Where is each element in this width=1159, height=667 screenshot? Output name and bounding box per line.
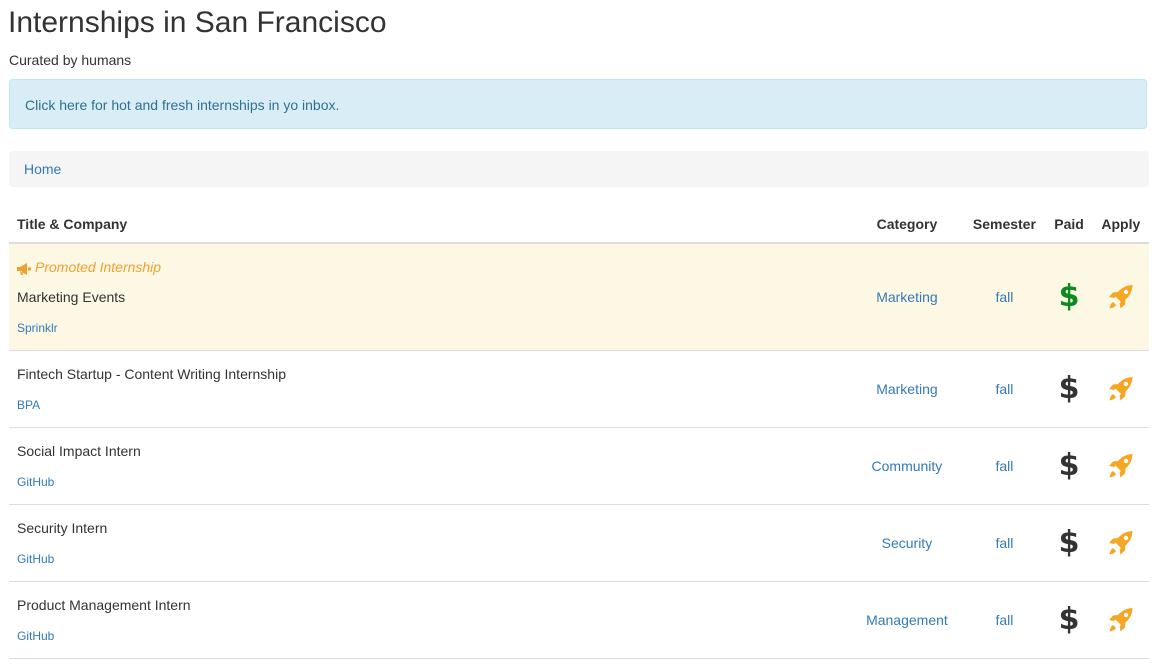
semester-cell: fall: [963, 504, 1046, 582]
apply-cell: [1092, 504, 1149, 582]
category-cell: Community: [850, 427, 964, 505]
dollar-icon: $: [1058, 370, 1080, 406]
newsletter-alert: Click here for hot and fresh internships…: [9, 79, 1147, 129]
category-cell: Marketing: [850, 243, 964, 351]
job-title: Security Intern: [17, 519, 108, 536]
rocket-icon[interactable]: [1107, 606, 1135, 634]
category-link[interactable]: Management: [866, 612, 948, 628]
apply-cell: [1092, 350, 1149, 428]
page-subtitle: Curated by humans: [9, 52, 132, 68]
page: Internships in San Francisco Curated by …: [0, 0, 1159, 667]
table-row: Social Impact Intern GitHub Community fall $: [9, 427, 1149, 505]
semester-link[interactable]: fall: [995, 381, 1013, 397]
category-cell: Management: [850, 581, 964, 659]
job-title: Fintech Startup - Content Writing Intern…: [17, 365, 286, 382]
semester-link[interactable]: fall: [995, 535, 1013, 551]
category-link[interactable]: Marketing: [876, 289, 937, 305]
title-company-cell: Security Intern GitHub: [9, 504, 851, 582]
breadcrumb: Home: [9, 151, 1149, 187]
header-title-company: Title & Company: [9, 205, 851, 244]
table-row: Fintech Startup - Content Writing Intern…: [9, 350, 1149, 428]
paid-cell: $: [1045, 243, 1093, 351]
company-link[interactable]: GitHub: [17, 552, 54, 567]
rocket-icon[interactable]: [1107, 375, 1135, 403]
job-title: Product Management Intern: [17, 596, 191, 613]
header-category: Category: [850, 205, 964, 244]
category-link[interactable]: Security: [882, 535, 933, 551]
dollar-icon: $: [1058, 601, 1080, 637]
header-paid: Paid: [1045, 205, 1093, 244]
table-header-row: Title & Company Category Semester Paid A…: [9, 205, 1149, 244]
newsletter-signup-link[interactable]: Click here for hot and fresh internships…: [25, 96, 339, 114]
paid-cell: $: [1045, 504, 1093, 582]
semester-cell: fall: [963, 350, 1046, 428]
apply-cell: [1092, 427, 1149, 505]
paid-cell: $: [1045, 581, 1093, 659]
semester-cell: fall: [963, 427, 1046, 505]
semester-link[interactable]: fall: [995, 458, 1013, 474]
table-row-promoted: Promoted Internship Marketing Events Sprin…: [9, 243, 1149, 351]
header-apply: Apply: [1092, 205, 1149, 244]
semester-cell: fall: [963, 243, 1046, 351]
semester-cell: fall: [963, 581, 1046, 659]
company-link[interactable]: Sprinklr: [17, 321, 58, 336]
promoted-label: Promoted Internship: [17, 258, 842, 276]
company-link[interactable]: BPA: [17, 398, 40, 413]
company-link[interactable]: GitHub: [17, 629, 54, 644]
rocket-icon[interactable]: [1107, 452, 1135, 480]
table-row: Security Intern GitHub Security fall $: [9, 504, 1149, 582]
dollar-icon: $: [1058, 524, 1080, 560]
dollar-icon: $: [1058, 278, 1080, 314]
promoted-label-text: Promoted Internship: [35, 258, 162, 275]
title-company-cell: Social Impact Intern GitHub: [9, 427, 851, 505]
page-title: Internships in San Francisco: [8, 6, 387, 39]
table-row: Product Management Intern GitHub Managemen…: [9, 581, 1149, 659]
title-company-cell: Promoted Internship Marketing Events Sprin…: [9, 243, 851, 351]
header-semester: Semester: [963, 205, 1046, 244]
breadcrumb-home-link[interactable]: Home: [24, 160, 61, 178]
apply-cell: [1092, 243, 1149, 351]
paid-cell: $: [1045, 350, 1093, 428]
dollar-icon: $: [1058, 447, 1080, 483]
internships-table: Title & Company Category Semester Paid A…: [9, 205, 1149, 659]
company-link[interactable]: GitHub: [17, 475, 54, 490]
job-title: Social Impact Intern: [17, 442, 141, 459]
megaphone-icon: [17, 261, 31, 275]
title-company-cell: Fintech Startup - Content Writing Intern…: [9, 350, 851, 428]
semester-link[interactable]: fall: [995, 612, 1013, 628]
paid-cell: $: [1045, 427, 1093, 505]
category-cell: Marketing: [850, 350, 964, 428]
apply-cell: [1092, 581, 1149, 659]
semester-link[interactable]: fall: [995, 289, 1013, 305]
rocket-icon[interactable]: [1107, 283, 1135, 311]
title-company-cell: Product Management Intern GitHub: [9, 581, 851, 659]
category-link[interactable]: Community: [872, 458, 943, 474]
category-link[interactable]: Marketing: [876, 381, 937, 397]
rocket-icon[interactable]: [1107, 529, 1135, 557]
category-cell: Security: [850, 504, 964, 582]
job-title: Marketing Events: [17, 288, 126, 305]
